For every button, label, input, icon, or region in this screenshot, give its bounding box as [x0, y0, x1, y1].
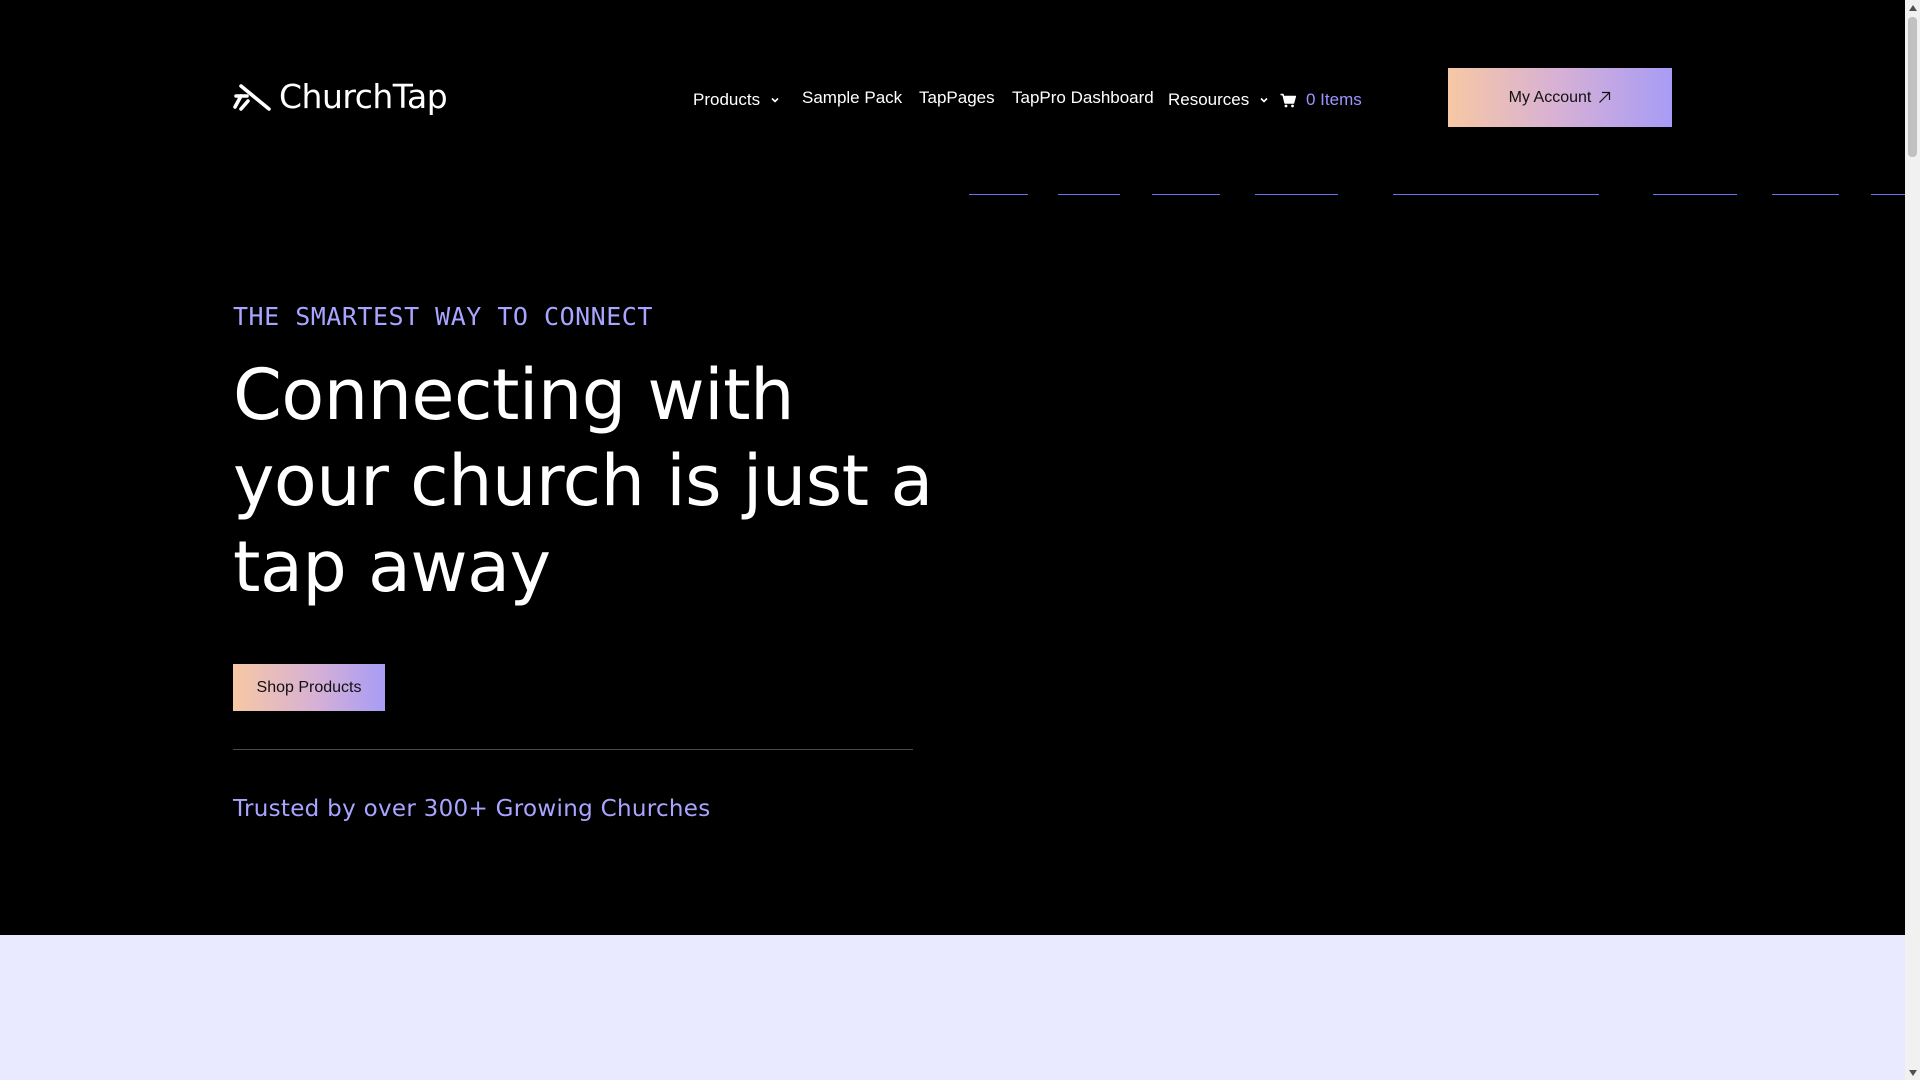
hero-headline: Connecting with your church is just a ta…	[233, 354, 933, 608]
nav-underline	[1255, 194, 1338, 195]
nav-item-products[interactable]: Products	[693, 90, 781, 110]
triangle-down-icon	[1908, 1069, 1917, 1076]
cart-icon	[1280, 93, 1296, 107]
nav-item-resources[interactable]: Resources	[1168, 90, 1270, 110]
nav-underline	[1772, 194, 1839, 195]
nav-item-label: TapPages	[919, 88, 995, 107]
nav-underline	[969, 194, 1028, 195]
scroll-down-arrow[interactable]	[1905, 1065, 1920, 1080]
nav-item-tappages[interactable]: TapPages	[919, 88, 995, 108]
hero-eyebrow: THE SMARTEST WAY TO CONNECT	[233, 302, 653, 331]
nav-item-label: Products	[693, 90, 761, 109]
trusted-by-text: Trusted by over 300+ Growing Churches	[233, 796, 711, 822]
arrow-up-right-icon	[1599, 91, 1611, 103]
chevron-down-icon	[1260, 97, 1268, 103]
page-scrollbar[interactable]	[1905, 0, 1920, 1080]
nav-item-sample-pack[interactable]: Sample Pack	[802, 88, 902, 108]
nav-item-label: Resources	[1168, 90, 1250, 109]
nav-underline	[1871, 194, 1905, 195]
my-account-label: My Account	[1508, 88, 1592, 106]
nav-underline	[1653, 194, 1737, 195]
cart-link[interactable]: 0 Items	[1280, 90, 1362, 110]
nav-underline	[1058, 194, 1120, 195]
nav-underline	[1152, 194, 1220, 195]
chevron-down-icon	[771, 97, 779, 103]
nav-item-tappro-dashboard[interactable]: TapPro Dashboard	[1012, 88, 1154, 108]
hero-divider	[233, 749, 913, 750]
my-account-button[interactable]: My Account	[1448, 68, 1672, 127]
nav-item-label: TapPro Dashboard	[1012, 88, 1154, 107]
lower-section	[0, 935, 1905, 1080]
shop-products-button[interactable]: Shop Products	[233, 664, 385, 711]
scroll-thumb[interactable]	[1908, 17, 1917, 157]
nav-item-label: Sample Pack	[802, 88, 903, 107]
page: ChurchTap Products Sample Pack TapPages …	[0, 0, 1905, 1080]
triangle-up-icon	[1908, 4, 1917, 11]
scroll-up-arrow[interactable]	[1905, 0, 1920, 15]
cart-count-label: 0 Items	[1306, 90, 1362, 109]
nav-underline	[1393, 194, 1599, 195]
